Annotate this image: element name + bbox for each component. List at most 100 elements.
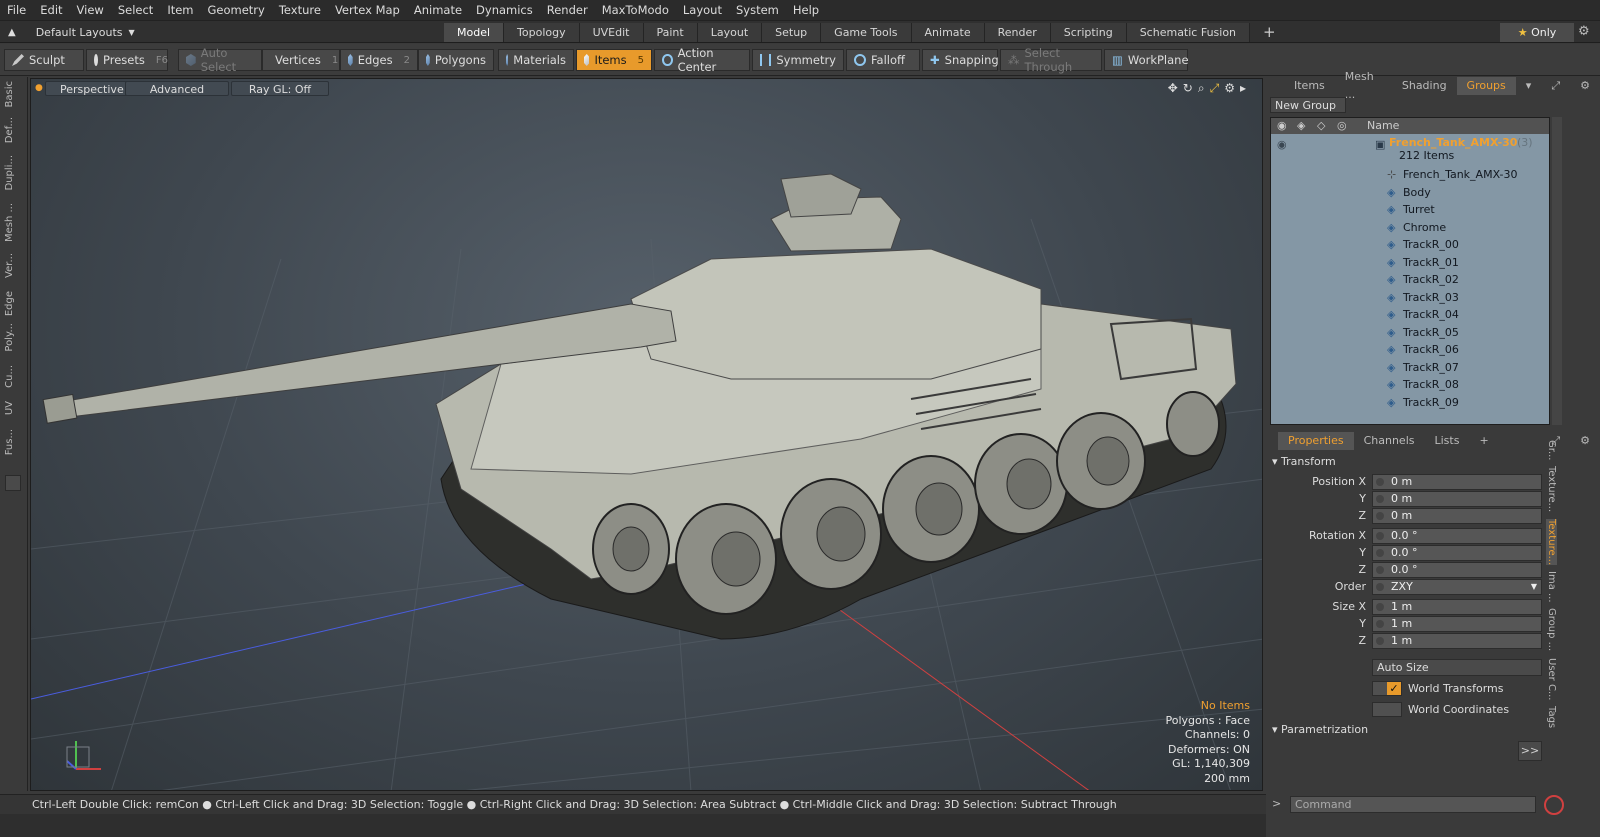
vtab-gr[interactable]: Gr... [1546, 440, 1557, 460]
tab-dropdown-icon[interactable]: ▾ [1516, 77, 1542, 95]
tab-model[interactable]: Model [444, 23, 505, 42]
tab-uvedit[interactable]: UVEdit [579, 23, 644, 42]
tab-scripting[interactable]: Scripting [1050, 23, 1127, 42]
tab-game-tools[interactable]: Game Tools [821, 23, 912, 42]
tab-schematic-fusion[interactable]: Schematic Fusion [1126, 23, 1251, 42]
parametrization-section[interactable]: ▾ Parametrization [1272, 723, 1368, 736]
name-column-header[interactable]: Name [1367, 118, 1399, 134]
tree-row[interactable]: ◈ TrackR_01 [1271, 254, 1549, 272]
panel-expand-icon[interactable]: ⤢ [1541, 77, 1570, 95]
tree-row[interactable]: ◈ Body [1271, 184, 1549, 202]
vtab-image[interactable]: Ima ... [1546, 571, 1557, 603]
vtab-mesh[interactable]: Mesh ... [4, 203, 22, 242]
workplane-button[interactable]: ▥ WorkPlane [1104, 49, 1189, 71]
polygons-button[interactable]: Polygons [418, 49, 494, 71]
menu-texture[interactable]: Texture [272, 0, 328, 20]
vtab-curve[interactable]: Cu... [4, 365, 22, 388]
tree-row[interactable]: ◈ TrackR_05 [1271, 324, 1549, 342]
tab-render[interactable]: Render [984, 23, 1051, 42]
position-y-field[interactable]: 0 m [1372, 491, 1542, 507]
sculpt-button[interactable]: Sculpt [4, 49, 84, 71]
add-tab-icon[interactable]: + [1469, 432, 1498, 450]
tree-row[interactable]: ◈ TrackR_08 [1271, 376, 1549, 394]
tree-scrollbar[interactable] [1552, 117, 1562, 425]
tree-row[interactable]: ◈ TrackR_06 [1271, 341, 1549, 359]
gear-icon[interactable]: ⚙ [1578, 24, 1590, 39]
auto-size-button[interactable]: Auto Size [1372, 659, 1542, 676]
edges-button[interactable]: Edges 2 [340, 49, 418, 71]
menu-layout[interactable]: Layout [676, 0, 729, 20]
select-header-icon[interactable]: ◎ [1337, 118, 1347, 134]
vtab-polygon[interactable]: Poly... [4, 323, 22, 352]
tab-shading[interactable]: Shading [1392, 77, 1457, 95]
select-through-button[interactable]: ⁂ Select Through [1000, 46, 1102, 74]
order-dropdown[interactable]: ZXY ▼ [1372, 579, 1542, 595]
prop-gear-icon[interactable]: ⚙ [1570, 432, 1600, 450]
world-coordinates-checkbox[interactable] [1372, 702, 1402, 717]
tab-items[interactable]: Items [1284, 77, 1335, 95]
vtab-fusion[interactable]: Fus... [4, 429, 22, 455]
world-transforms-checkbox[interactable]: ✓ [1372, 681, 1402, 696]
world-coordinates-row[interactable]: World Coordinates [1372, 701, 1509, 718]
tab-channels[interactable]: Channels [1354, 432, 1425, 450]
vtab-tags[interactable]: Tags [1546, 706, 1557, 728]
layout-selector[interactable]: ▲ Default Layouts ▼ [8, 24, 135, 41]
tree-row[interactable]: ◈ TrackR_07 [1271, 359, 1549, 377]
3d-viewport[interactable]: ● Perspective Advanced Ray GL: Off ✥ ↻ ⌕… [30, 78, 1263, 791]
tree-row[interactable]: ◈ TrackR_04 [1271, 306, 1549, 324]
render-header-icon[interactable]: ◇ [1317, 118, 1325, 134]
auto-select-button[interactable]: Auto Select [178, 46, 262, 74]
menu-select[interactable]: Select [111, 0, 160, 20]
menu-view[interactable]: View [70, 0, 111, 20]
size-z-field[interactable]: 1 m [1372, 633, 1542, 649]
vtab-texture-2[interactable]: Texture... [1546, 518, 1557, 565]
tab-layout[interactable]: Layout [697, 23, 763, 42]
vtab-edge[interactable]: Edge [4, 291, 22, 316]
vtab-uv[interactable]: UV [4, 401, 22, 415]
rotation-x-field[interactable]: 0.0 ° [1372, 528, 1542, 544]
panel-gear-icon[interactable]: ⚙ [1570, 77, 1600, 95]
menu-render[interactable]: Render [540, 0, 595, 20]
tree-row[interactable]: ◈ TrackR_00 [1271, 236, 1549, 254]
items-button[interactable]: Items 5 [576, 49, 652, 71]
strip-toggle-button[interactable] [5, 475, 21, 491]
rotation-z-field[interactable]: 0.0 ° [1372, 562, 1542, 578]
vtab-deform[interactable]: Def... [4, 117, 22, 143]
menu-vertex-map[interactable]: Vertex Map [328, 0, 407, 20]
tree-row[interactable]: ◈ TrackR_02 [1271, 271, 1549, 289]
more-button[interactable]: >> [1518, 741, 1542, 761]
root-visibility-icon[interactable]: ◉ [1277, 136, 1287, 154]
menu-help[interactable]: Help [786, 0, 826, 20]
vtab-texture-1[interactable]: Texture... [1546, 466, 1557, 512]
menu-geometry[interactable]: Geometry [201, 0, 272, 20]
tab-lists[interactable]: Lists [1425, 432, 1470, 450]
group-root-row[interactable]: ◉ ▣ French_Tank_AMX-30 (3) 212 Items [1271, 136, 1549, 164]
tree-row[interactable]: ◈ Turret [1271, 201, 1549, 219]
vtab-group[interactable]: Group ... [1546, 608, 1557, 651]
falloff-button[interactable]: Falloff [846, 49, 920, 71]
menu-system[interactable]: System [729, 0, 786, 20]
materials-button[interactable]: Materials [498, 49, 574, 71]
tree-row[interactable]: ◈ TrackR_09 [1271, 394, 1549, 412]
action-center-button[interactable]: Action Center [654, 46, 750, 74]
transform-section[interactable]: ▾ Transform [1272, 455, 1336, 468]
vtab-vertex[interactable]: Ver... [4, 253, 22, 278]
add-tab-icon[interactable]: + [1250, 23, 1289, 42]
tab-topology[interactable]: Topology [504, 23, 580, 42]
menu-edit[interactable]: Edit [33, 0, 69, 20]
menu-animate[interactable]: Animate [407, 0, 469, 20]
menu-item[interactable]: Item [160, 0, 200, 20]
tab-paint[interactable]: Paint [643, 23, 698, 42]
tab-properties[interactable]: Properties [1278, 432, 1354, 450]
tree-row[interactable]: ◈ TrackR_03 [1271, 289, 1549, 307]
tab-setup[interactable]: Setup [762, 23, 822, 42]
only-button[interactable]: ★ Only [1500, 23, 1574, 42]
size-y-field[interactable]: 1 m [1372, 616, 1542, 632]
tab-animate[interactable]: Animate [911, 23, 985, 42]
presets-button[interactable]: Presets F6 [86, 49, 168, 71]
tab-groups[interactable]: Groups [1456, 77, 1516, 95]
rotation-y-field[interactable]: 0.0 ° [1372, 545, 1542, 561]
record-icon[interactable] [1544, 795, 1564, 815]
vtab-duplicate[interactable]: Dupli... [4, 155, 22, 190]
world-transforms-row[interactable]: ✓ World Transforms [1372, 680, 1503, 697]
